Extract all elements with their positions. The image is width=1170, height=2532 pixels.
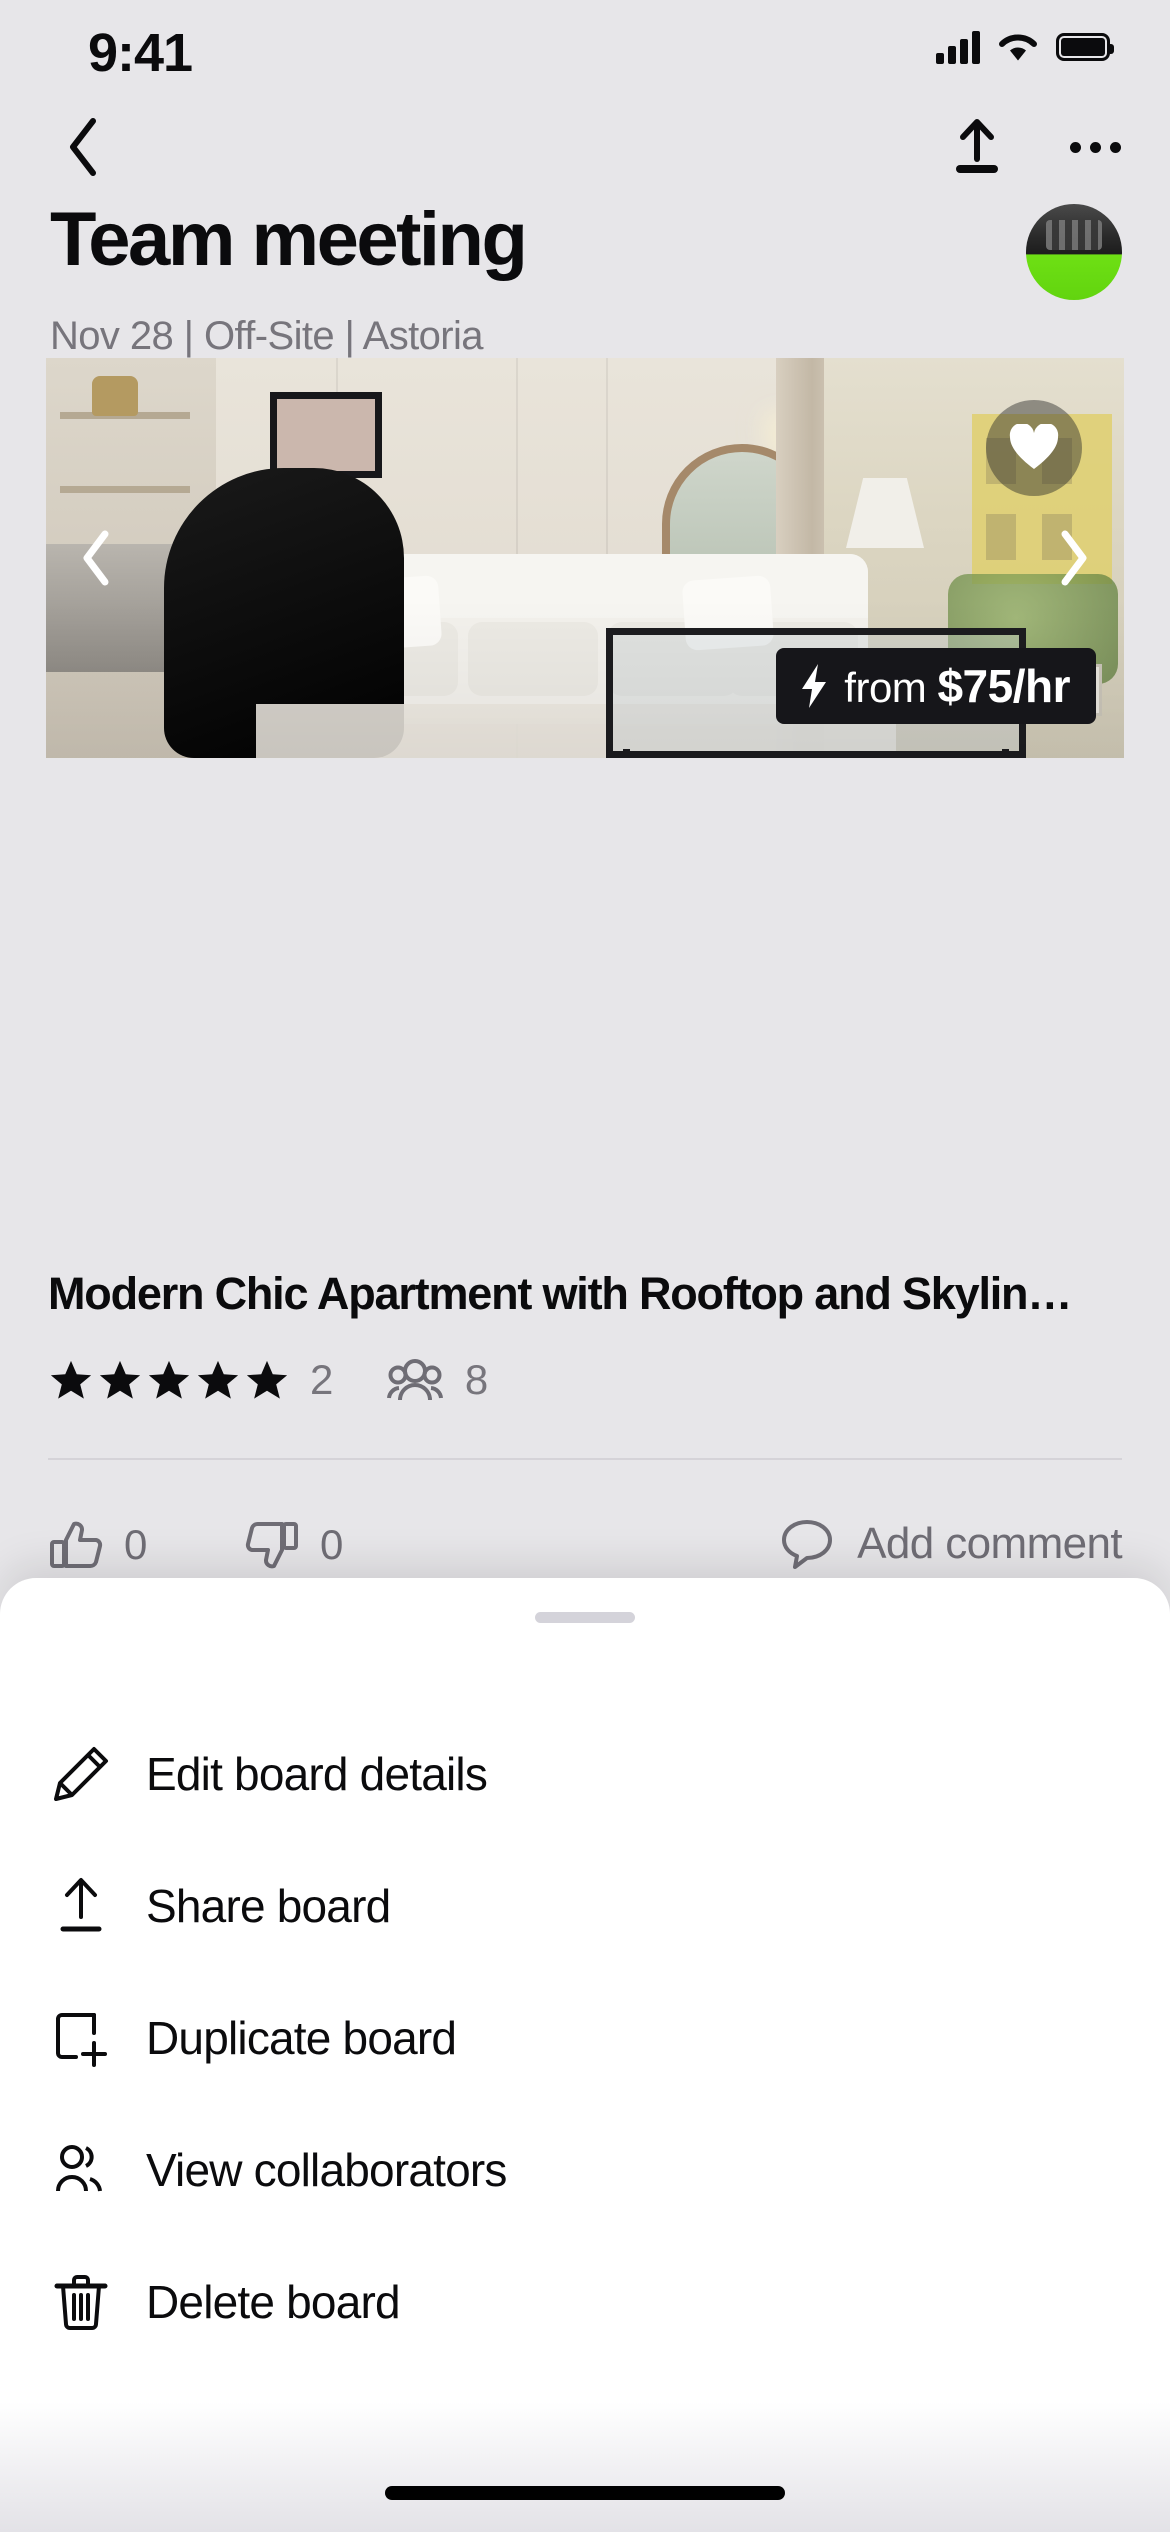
chevron-left-icon bbox=[83, 530, 109, 586]
menu-item-label: Duplicate board bbox=[146, 2012, 457, 2064]
thumbs-down-icon bbox=[245, 1522, 298, 1569]
carousel-next-button[interactable] bbox=[1038, 523, 1108, 593]
price-prefix: from bbox=[844, 664, 927, 711]
sheet-menu: Edit board details Share board Duplicate… bbox=[0, 1708, 1170, 2368]
status-bar-time: 9:41 bbox=[88, 23, 193, 83]
page-title: Team meeting bbox=[50, 197, 528, 282]
people-group-icon bbox=[386, 1356, 443, 1404]
star-filled-icon bbox=[50, 1360, 92, 1399]
rating-stars bbox=[48, 1357, 290, 1403]
chevron-left-icon bbox=[70, 118, 96, 176]
menu-item-edit-board-details[interactable]: Edit board details bbox=[0, 1708, 1170, 1840]
cellular-bars-icon bbox=[936, 30, 980, 64]
star-filled-icon bbox=[197, 1360, 239, 1399]
trash-icon bbox=[50, 2271, 146, 2333]
more-horizontal-icon bbox=[1069, 141, 1121, 153]
menu-item-delete-board[interactable]: Delete board bbox=[0, 2236, 1170, 2368]
capacity-count: 8 bbox=[464, 1356, 488, 1403]
listing-title[interactable]: Modern Chic Apartment with Rooftop and S… bbox=[48, 1268, 1128, 1320]
review-count: 2 bbox=[310, 1356, 333, 1403]
back-button[interactable] bbox=[48, 112, 118, 182]
divider bbox=[48, 1458, 1122, 1460]
home-indicator[interactable] bbox=[385, 2486, 785, 2500]
menu-item-view-collaborators[interactable]: View collaborators bbox=[0, 2104, 1170, 2236]
share-button[interactable] bbox=[942, 112, 1012, 182]
star-filled-icon bbox=[246, 1360, 288, 1399]
add-comment-button[interactable]: Add comment bbox=[779, 1516, 1123, 1572]
thumbs-down-button[interactable]: 0 bbox=[244, 1518, 343, 1572]
battery-full-icon bbox=[1056, 33, 1114, 61]
duplicate-plus-icon bbox=[50, 2007, 146, 2069]
price-label: from $75/hr bbox=[844, 659, 1070, 713]
thumbs-up-icon bbox=[50, 1521, 103, 1568]
menu-item-label: Delete board bbox=[146, 2276, 401, 2328]
board-subtitle: Nov 28 | Off-Site | Astoria bbox=[50, 314, 484, 358]
menu-item-label: Share board bbox=[146, 1880, 391, 1932]
navigation-bar bbox=[0, 100, 1170, 190]
carousel-prev-button[interactable] bbox=[62, 523, 132, 593]
navigation-actions bbox=[942, 112, 1130, 182]
add-comment-label: Add comment bbox=[857, 1519, 1122, 1568]
thumbs-up-count: 0 bbox=[124, 1521, 148, 1568]
listing-photo[interactable]: from $75/hr bbox=[46, 358, 1124, 758]
thumbs-up-button[interactable]: 0 bbox=[48, 1518, 147, 1572]
price-value: $75/hr bbox=[937, 660, 1070, 712]
lightning-bolt-icon bbox=[802, 664, 827, 708]
menu-item-duplicate-board[interactable]: Duplicate board bbox=[0, 1972, 1170, 2104]
listing-meta: 2 8 bbox=[48, 1356, 488, 1404]
menu-item-share-board[interactable]: Share board bbox=[0, 1840, 1170, 1972]
heart-icon bbox=[1009, 424, 1059, 469]
price-badge: from $75/hr bbox=[776, 648, 1096, 724]
status-bar: 9:41 bbox=[0, 0, 1170, 100]
comment-bubble-icon bbox=[782, 1520, 833, 1569]
wifi-icon bbox=[999, 34, 1037, 61]
sheet-bottom-fade bbox=[0, 2402, 1170, 2532]
menu-item-label: View collaborators bbox=[146, 2144, 507, 2196]
phone-screen: 9:41 Team meeting Nov 28 | Off-Site | As… bbox=[0, 0, 1170, 2532]
more-options-button[interactable] bbox=[1060, 112, 1130, 182]
star-filled-icon bbox=[99, 1360, 141, 1399]
chevron-right-icon bbox=[1061, 530, 1087, 586]
sheet-grabber[interactable] bbox=[535, 1612, 635, 1623]
menu-item-label: Edit board details bbox=[146, 1748, 488, 1800]
share-upload-icon bbox=[956, 119, 998, 173]
people-group-icon bbox=[50, 2139, 146, 2201]
star-filled-icon bbox=[148, 1360, 190, 1399]
pencil-icon bbox=[50, 1743, 146, 1805]
share-upload-icon bbox=[50, 1875, 146, 1937]
bottom-sheet: Edit board details Share board Duplicate… bbox=[0, 1578, 1170, 2532]
status-bar-indicators bbox=[936, 30, 1114, 64]
thumbs-down-count: 0 bbox=[320, 1521, 344, 1568]
avatar[interactable] bbox=[1026, 204, 1122, 300]
favorite-button[interactable] bbox=[986, 400, 1082, 496]
